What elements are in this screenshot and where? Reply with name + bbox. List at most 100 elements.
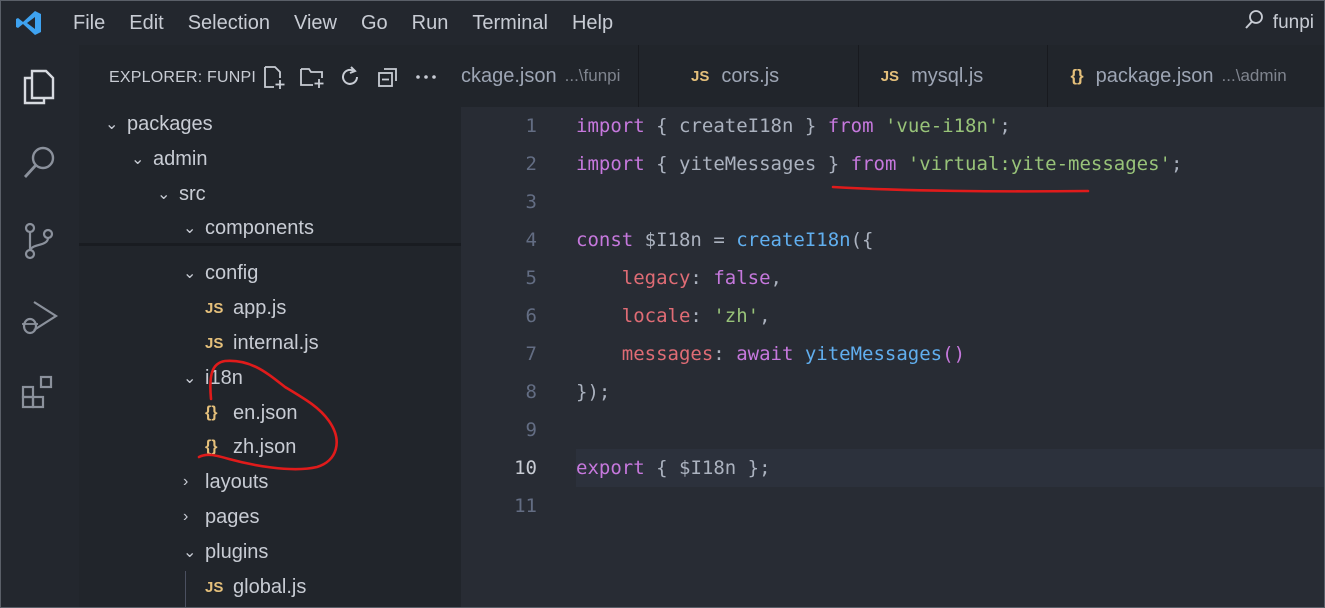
tree-item-components[interactable]: ⌄ components xyxy=(183,211,314,245)
sticky-scroll-divider xyxy=(79,243,461,246)
tree-item-label: plugins xyxy=(205,540,269,563)
chevron-down-icon: ⌄ xyxy=(183,265,197,282)
tree-item-app-js[interactable]: JS app.js xyxy=(205,291,286,325)
chevron-down-icon: ⌄ xyxy=(105,116,119,133)
code-line-7: messages: await yiteMessages() xyxy=(621,343,966,365)
run-debug-icon[interactable] xyxy=(17,295,61,339)
js-file-icon: JS xyxy=(205,299,224,317)
menu-view[interactable]: View xyxy=(282,1,349,45)
collapse-all-icon[interactable] xyxy=(375,63,401,91)
tree-item-label: admin xyxy=(153,147,208,170)
tab-cors-js[interactable]: JS cors.js xyxy=(639,45,859,107)
menu-terminal[interactable]: Terminal xyxy=(460,1,560,45)
menu-go[interactable]: Go xyxy=(349,1,400,45)
line-number: 5 xyxy=(525,267,537,289)
line-number: 2 xyxy=(525,153,537,175)
tree-item-plugins[interactable]: ⌄ plugins xyxy=(183,535,268,569)
explorer-header: EXPLORER: FUNPI xyxy=(79,45,461,111)
js-file-icon: JS xyxy=(205,334,224,352)
code-line-8: }); xyxy=(576,381,611,403)
command-center-label: funpi xyxy=(1272,12,1314,33)
line-number: 11 xyxy=(514,495,537,517)
menu-bar: File Edit Selection View Go Run Terminal… xyxy=(1,1,1324,45)
tree-item-src[interactable]: ⌄ src xyxy=(157,177,206,211)
tab-label: ckage.json xyxy=(461,64,557,87)
more-actions-icon[interactable] xyxy=(413,63,439,91)
chevron-down-icon: ⌄ xyxy=(157,186,171,203)
tree-item-internal-js[interactable]: JS internal.js xyxy=(205,326,319,360)
tree-item-packages[interactable]: ⌄ packages xyxy=(105,107,213,141)
js-file-icon: JS xyxy=(691,67,710,85)
code-line-6: locale: 'zh', xyxy=(621,305,771,327)
tree-item-label: app.js xyxy=(233,296,287,319)
tree-item-i18n[interactable]: ⌄ i18n xyxy=(183,361,243,395)
json-file-icon: {} xyxy=(1070,66,1084,85)
line-number: 7 xyxy=(525,343,537,365)
tab-label: cors.js xyxy=(721,64,780,87)
tree-item-label: packages xyxy=(127,112,213,135)
line-number: 1 xyxy=(525,115,537,137)
code-line-5: legacy: false, xyxy=(621,267,782,289)
indent-guide xyxy=(185,571,186,607)
tree-item-label: internal.js xyxy=(233,331,319,354)
line-number: 6 xyxy=(525,305,537,327)
tree-item-pages[interactable]: › pages xyxy=(183,500,260,534)
tab-label: package.json xyxy=(1095,64,1214,87)
tab-mysql-js[interactable]: JS mysql.js xyxy=(859,45,1049,107)
tab-package-json-funpi[interactable]: ckage.json ...\funpi xyxy=(461,45,639,107)
code-line-4: const $I18n = createI18n({ xyxy=(576,229,874,251)
search-icon[interactable] xyxy=(17,141,61,185)
tree-item-admin[interactable]: ⌄ admin xyxy=(131,142,207,176)
refresh-icon[interactable] xyxy=(337,63,363,91)
menu-selection[interactable]: Selection xyxy=(176,1,282,45)
json-file-icon: {} xyxy=(205,438,218,455)
chevron-right-icon: › xyxy=(183,473,189,490)
command-center[interactable]: funpi xyxy=(1243,1,1314,45)
menu-edit[interactable]: Edit xyxy=(117,1,175,45)
tab-label: mysql.js xyxy=(911,64,984,87)
tree-item-label: config xyxy=(205,261,259,284)
tree-item-layouts[interactable]: › layouts xyxy=(183,465,268,499)
explorer-sidebar: EXPLORER: FUNPI ⌄ packages ⌄ admin ⌄ src… xyxy=(79,45,461,607)
explorer-title: EXPLORER: FUNPI xyxy=(109,69,257,86)
tab-description: ...\funpi xyxy=(564,66,621,85)
chevron-down-icon: ⌄ xyxy=(183,370,197,387)
tree-item-label: i18n xyxy=(205,366,243,389)
explorer-icon[interactable] xyxy=(17,65,61,109)
line-number: 3 xyxy=(525,191,537,213)
tree-item-label: global.js xyxy=(233,575,307,598)
menu-file[interactable]: File xyxy=(61,1,117,45)
line-number-active: 10 xyxy=(514,457,537,479)
line-number: 8 xyxy=(525,381,537,403)
tree-item-label: en.json xyxy=(233,401,298,424)
tree-item-global-js[interactable]: JS global.js xyxy=(205,570,306,604)
code-line-1: import { createI18n } from 'vue-i18n'; xyxy=(576,115,1011,137)
tree-item-label: src xyxy=(179,182,206,205)
line-number: 4 xyxy=(525,229,537,251)
new-folder-icon[interactable] xyxy=(299,63,325,91)
new-file-icon[interactable] xyxy=(261,63,287,91)
chevron-down-icon: ⌄ xyxy=(131,151,145,168)
menu-help[interactable]: Help xyxy=(560,1,625,45)
editor-tabs: ckage.json ...\funpi JS cors.js JS mysql… xyxy=(461,45,1324,107)
js-file-icon: JS xyxy=(880,67,900,85)
tab-description: ...\admin xyxy=(1221,66,1287,85)
source-control-icon[interactable] xyxy=(17,219,61,263)
tree-item-label: pages xyxy=(205,505,260,528)
code-line-2: import { yiteMessages } from 'virtual:yi… xyxy=(576,153,1183,175)
tree-item-zh-json[interactable]: {} zh.json xyxy=(205,430,296,464)
tree-item-label: zh.json xyxy=(233,435,297,458)
extensions-icon[interactable] xyxy=(17,371,61,415)
code-editor[interactable]: 1 2 3 4 5 6 7 8 9 10 11 import { createI… xyxy=(461,107,1324,607)
tree-item-label: layouts xyxy=(205,470,269,493)
tree-item-en-json[interactable]: {} en.json xyxy=(205,396,298,430)
line-number: 9 xyxy=(525,419,537,441)
menu-run[interactable]: Run xyxy=(400,1,461,45)
activity-bar xyxy=(1,45,79,607)
tree-item-config[interactable]: ⌄ config xyxy=(183,256,258,290)
tab-package-json-admin[interactable]: {} package.json ...\admin xyxy=(1048,45,1324,107)
js-file-icon: JS xyxy=(205,578,224,596)
